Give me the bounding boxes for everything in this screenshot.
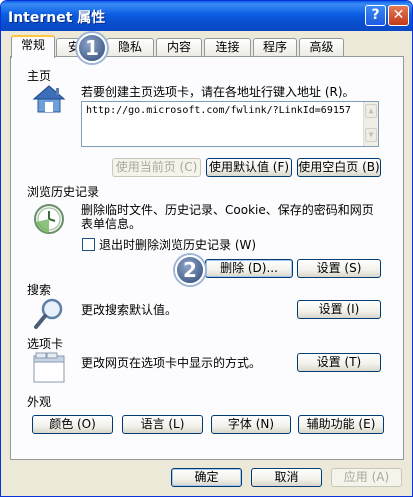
accessibility-button[interactable]: 辅助功能 (E)	[298, 415, 384, 434]
tab-general[interactable]: 常规	[11, 35, 55, 58]
scroll-down-icon[interactable]: ▼	[365, 128, 377, 142]
search-settings-button[interactable]: 设置 (I)	[297, 300, 381, 319]
tabbed-window-icon	[33, 352, 65, 383]
tab-privacy-label: 隐私	[117, 40, 142, 54]
tabs-section-description: 更改网页在选项卡中显示的方式。	[81, 356, 262, 370]
tabs-section-title: 选项卡	[27, 335, 67, 352]
languages-button[interactable]: 语言 (L)	[122, 415, 203, 434]
homepage-title: 主页	[27, 67, 55, 84]
ok-button[interactable]: 确定	[171, 468, 242, 487]
scroll-up-icon[interactable]: ▲	[365, 104, 377, 118]
tab-general-label: 常规	[20, 38, 45, 52]
cancel-button[interactable]: 取消	[251, 468, 322, 487]
window-title: Internet 属性	[8, 10, 106, 26]
close-button[interactable]: ✕	[388, 5, 409, 26]
title-bar[interactable]: Internet 属性 ? ✕	[1, 1, 412, 31]
delete-on-exit-checkbox[interactable]	[82, 238, 95, 251]
use-current-button[interactable]: 使用当前页 (C)	[112, 158, 201, 177]
tab-privacy[interactable]: 隐私	[106, 38, 154, 56]
step-2-badge: 2	[175, 255, 205, 285]
use-default-button[interactable]: 使用默认值 (F)	[206, 158, 292, 177]
apply-button[interactable]: 应用 (A)	[331, 468, 402, 487]
search-title: 搜索	[27, 281, 55, 298]
history-clock-icon	[34, 204, 64, 234]
tab-programs-label: 程序	[262, 40, 287, 54]
homepage-url-text: http://go.microsoft.com/fwlink/?LinkId=6…	[86, 105, 351, 116]
internet-options-dialog: Internet 属性 ? ✕ 常规 安全 隐私 内容 连接 程序 高级 主页 …	[0, 0, 413, 497]
tab-advanced-label: 高级	[309, 40, 334, 54]
search-description: 更改搜索默认值。	[81, 303, 178, 317]
tabs-settings-button[interactable]: 设置 (T)	[297, 353, 381, 372]
homepage-description: 若要创建主页选项卡，请在各地址行键入地址 (R)。	[81, 85, 355, 99]
url-scrollbar[interactable]: ▲ ▼	[363, 102, 378, 146]
tab-programs[interactable]: 程序	[253, 38, 297, 56]
tab-connections[interactable]: 连接	[204, 38, 251, 56]
delete-history-button[interactable]: 删除 (D)...	[205, 259, 293, 278]
help-button[interactable]: ?	[365, 5, 386, 26]
appearance-title: 外观	[27, 393, 55, 410]
step-1-badge: 1	[77, 33, 107, 63]
history-description-line1: 删除临时文件、历史记录、Cookie、保存的密码和网页	[81, 203, 374, 217]
tab-content[interactable]: 内容	[156, 38, 202, 56]
history-description-line2: 表单信息。	[81, 217, 142, 231]
tab-connections-label: 连接	[215, 40, 240, 54]
use-blank-button[interactable]: 使用空白页 (B)	[297, 158, 381, 177]
homepage-url-textarea[interactable]: http://go.microsoft.com/fwlink/?LinkId=6…	[81, 101, 379, 147]
tab-content-label: 内容	[166, 40, 191, 54]
house-icon	[32, 85, 66, 113]
colors-button[interactable]: 颜色 (O)	[32, 415, 113, 434]
tab-advanced[interactable]: 高级	[299, 38, 344, 56]
history-settings-button[interactable]: 设置 (S)	[297, 259, 381, 278]
delete-on-exit-label[interactable]: 退出时删除浏览历史记录 (W)	[99, 238, 256, 252]
history-title: 浏览历史记录	[27, 183, 103, 200]
fonts-button[interactable]: 字体 (N)	[211, 415, 291, 434]
magnifier-icon	[34, 298, 63, 329]
